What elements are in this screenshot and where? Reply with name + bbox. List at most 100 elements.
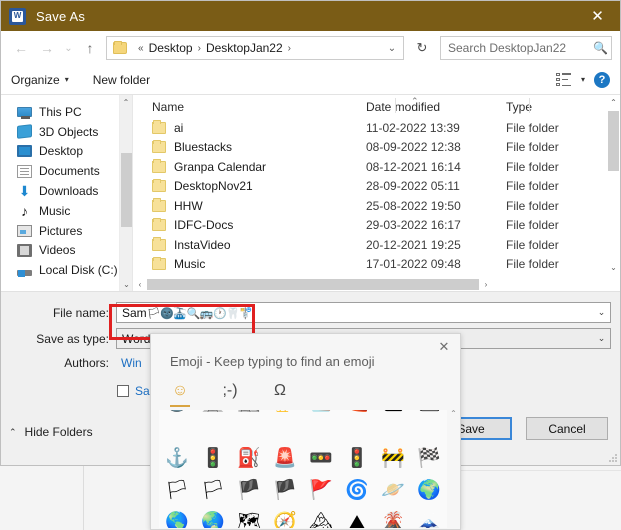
search-box[interactable]: 🔍 — [440, 36, 612, 60]
emoji-cell[interactable]: ⚓ — [159, 442, 195, 474]
close-icon[interactable]: ✕ — [575, 1, 620, 31]
emoji-cell[interactable]: 🏁 — [411, 442, 447, 474]
emoji-cell[interactable]: ⛵ — [303, 410, 339, 418]
emoji-cell[interactable]: 🌎 — [159, 506, 195, 529]
emoji-cell[interactable]: 🚉 — [231, 410, 267, 418]
tab-emoji[interactable]: ☺ — [165, 378, 195, 407]
sidebar-item-local-disk[interactable]: Local Disk (C:) — [1, 260, 132, 280]
up-icon[interactable]: ↑ — [78, 36, 102, 60]
breadcrumb-desktop[interactable]: Desktop — [149, 41, 193, 55]
emoji-cell[interactable]: 🚧 — [375, 442, 411, 474]
help-icon[interactable]: ? — [594, 71, 610, 88]
emoji-cell[interactable]: 🏔 — [303, 506, 339, 529]
table-row[interactable]: IDFC-Docs 29-03-2022 16:17 File folder — [133, 216, 620, 236]
emoji-cell[interactable]: 🏴 — [231, 474, 267, 506]
emoji-cell[interactable]: 🌀 — [339, 474, 375, 506]
scroll-up-icon[interactable]: ⌃ — [607, 95, 620, 110]
sidebar-item-videos[interactable]: Videos — [1, 241, 132, 261]
view-layout-icon[interactable] — [555, 73, 572, 86]
scroll-left-icon[interactable]: ‹ — [133, 280, 147, 289]
emoji-cell[interactable]: 🚇 — [159, 410, 195, 418]
scroll-up-icon[interactable]: ⌃ — [447, 406, 460, 420]
emoji-cell[interactable]: 🪐 — [375, 474, 411, 506]
horizontal-scroll-thumb[interactable] — [147, 278, 479, 290]
emoji-cell[interactable]: 🌋 — [375, 506, 411, 529]
sidebar-item-documents[interactable]: Documents — [1, 161, 132, 181]
breadcrumb-desktopjan22[interactable]: DesktopJan22 — [206, 41, 283, 55]
sidebar-item-downloads[interactable]: ⬇ Downloads — [1, 181, 132, 201]
table-row[interactable]: ai 11-02-2022 13:39 File folder — [133, 118, 620, 138]
sidebar-item-music[interactable]: ♪ Music — [1, 201, 132, 221]
resize-grip[interactable] — [607, 452, 617, 462]
emoji-cell[interactable]: 🚥 — [303, 442, 339, 474]
emoji-cell[interactable]: ⛴ — [411, 410, 447, 418]
table-row[interactable]: Granpa Calendar 08-12-2021 16:14 File fo… — [133, 157, 620, 177]
organize-button[interactable]: Organize ▾ — [11, 73, 69, 87]
chevron-down-icon[interactable]: ⌄ — [593, 307, 610, 318]
file-name-cell[interactable]: Bluestacks — [133, 139, 366, 154]
address-bar[interactable]: « Desktop › DesktopJan22 › ⌄ — [106, 36, 404, 60]
scroll-right-icon[interactable]: › — [479, 280, 493, 289]
sidebar-scroll-thumb[interactable] — [121, 153, 132, 227]
sidebar-item-3d-objects[interactable]: 3D Objects — [1, 122, 132, 142]
emoji-grid-scrollbar[interactable]: ⌃ — [447, 406, 460, 529]
file-list-scrollbar[interactable]: ⌃ ⌄ — [607, 95, 620, 275]
file-name-cell[interactable]: IDFC-Docs — [133, 217, 366, 232]
emoji-cell[interactable]: 🚤 — [339, 410, 375, 418]
emoji-cell[interactable]: 🚩 — [303, 474, 339, 506]
sidebar-scrollbar[interactable]: ⌃ ⌄ — [119, 95, 132, 291]
emoji-cell[interactable]: 🗻 — [411, 506, 447, 529]
emoji-cell[interactable]: 🚦 — [195, 442, 231, 474]
emoji-cell[interactable]: 🗺 — [231, 506, 267, 529]
search-input[interactable] — [441, 41, 591, 55]
close-icon[interactable]: ✕ — [434, 338, 454, 356]
authors-value[interactable]: Win — [121, 356, 142, 370]
tab-symbols[interactable]: Ω — [265, 378, 295, 404]
file-name-cell[interactable]: HHW — [133, 198, 366, 213]
emoji-cell[interactable]: ⛰ — [339, 506, 375, 529]
emoji-cell[interactable]: 🧭 — [267, 506, 303, 529]
emoji-cell[interactable]: 🚁 — [267, 410, 303, 418]
file-name-input[interactable]: Sam🏳🌚🚠🔍🚌🕐🦷🚏 ⌄ — [116, 302, 611, 323]
emoji-cell[interactable]: ⛽ — [231, 442, 267, 474]
table-row[interactable]: InstaVideo 20-12-2021 19:25 File folder — [133, 235, 620, 255]
back-icon[interactable]: ← — [9, 36, 33, 60]
emoji-cell[interactable]: 🛳 — [375, 410, 411, 418]
file-name-cell[interactable]: Music — [133, 256, 366, 271]
breadcrumb-separator-1[interactable]: › — [198, 43, 201, 54]
file-name-cell[interactable]: InstaVideo — [133, 237, 366, 252]
emoji-cell[interactable]: 🚦 — [339, 442, 375, 474]
refresh-icon[interactable]: ↻ — [410, 36, 434, 60]
column-header-name[interactable]: Name — [133, 100, 366, 114]
chevron-down-icon[interactable]: ⌄ — [381, 43, 403, 54]
breadcrumb-separator-2[interactable]: › — [288, 43, 291, 54]
table-row[interactable]: DesktopNov21 28-09-2022 05:11 File folde… — [133, 177, 620, 197]
column-header-type[interactable]: Type — [506, 100, 606, 114]
tab-kaomoji[interactable]: ;-) — [215, 378, 245, 404]
cancel-button[interactable]: Cancel — [526, 417, 608, 440]
sidebar-item-pictures[interactable]: Pictures — [1, 221, 132, 241]
emoji-cell[interactable]: 🏴 — [267, 474, 303, 506]
table-row[interactable]: Bluestacks 08-09-2022 12:38 File folder — [133, 138, 620, 158]
emoji-cell[interactable]: 🌍 — [411, 474, 447, 506]
emoji-cell[interactable]: 🏳 — [159, 474, 195, 506]
emoji-cell[interactable]: 🚊 — [195, 410, 231, 418]
file-name-cell[interactable]: Granpa Calendar — [133, 159, 366, 174]
file-name-cell[interactable]: ai — [133, 120, 366, 135]
view-chevron-down-icon[interactable]: ▾ — [581, 75, 585, 84]
scroll-up-icon[interactable]: ⌃ — [120, 95, 132, 109]
table-row[interactable]: Music 17-01-2022 09:48 File folder — [133, 255, 620, 275]
breadcrumb-root[interactable]: « — [138, 43, 144, 54]
sidebar-item-desktop[interactable]: Desktop — [1, 142, 132, 162]
forward-icon[interactable]: → — [35, 36, 59, 60]
file-list-scroll-thumb[interactable] — [608, 111, 619, 171]
save-thumbnail-checkbox[interactable] — [117, 385, 129, 397]
scroll-down-icon[interactable]: ⌄ — [607, 260, 620, 275]
hide-folders-button[interactable]: ⌃ Hide Folders — [9, 425, 93, 439]
file-list-horizontal-scrollbar[interactable]: ‹ › — [133, 277, 620, 291]
scroll-down-icon[interactable]: ⌄ — [120, 277, 132, 291]
new-folder-button[interactable]: New folder — [93, 73, 150, 87]
sidebar-item-this-pc[interactable]: This PC — [1, 102, 132, 122]
emoji-cell[interactable]: 🏳 — [195, 474, 231, 506]
file-name-cell[interactable]: DesktopNov21 — [133, 178, 366, 193]
